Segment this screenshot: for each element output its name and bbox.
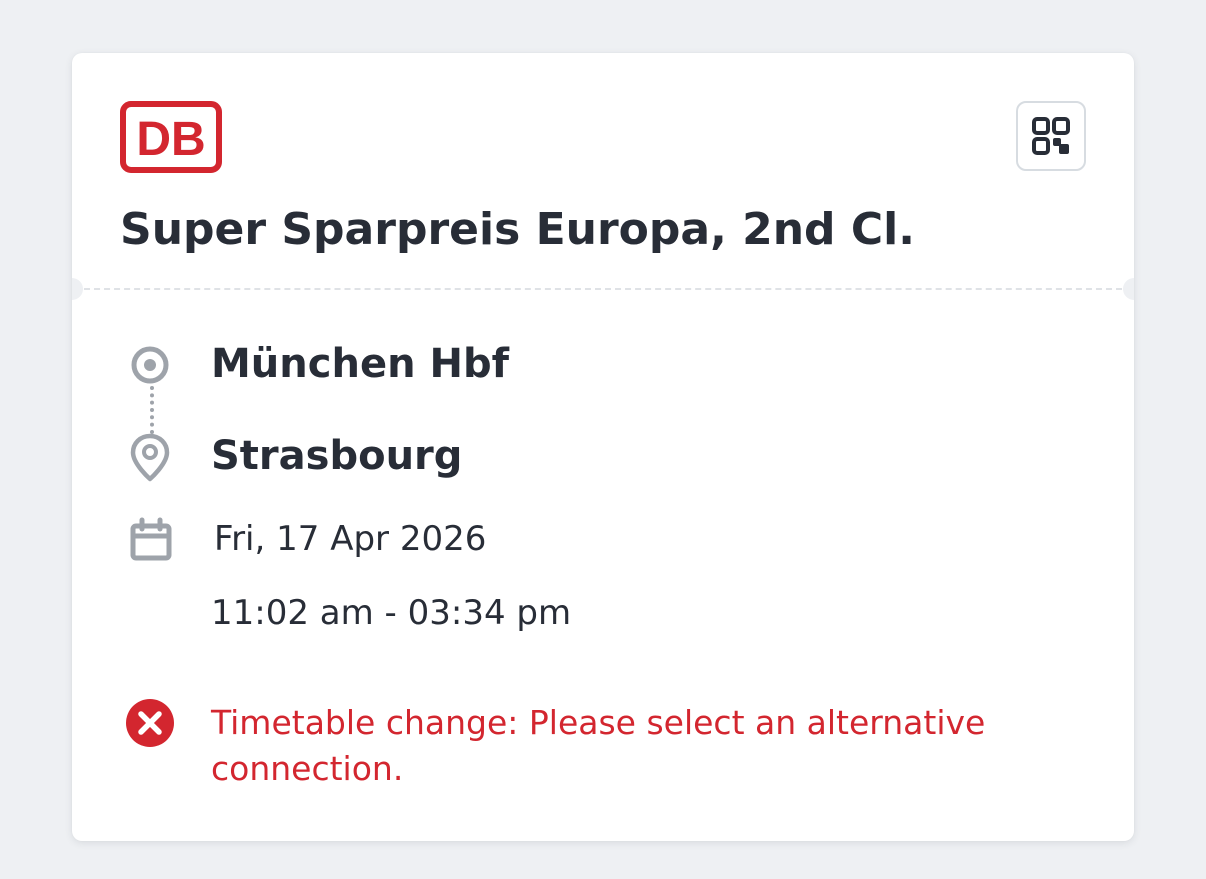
ticket-notch-left [72,278,83,300]
travel-time: 11:02 am - 03:34 pm [211,593,572,633]
ticket-title: Super Sparpreis Europa, 2nd Cl. [120,204,915,255]
qr-code-button[interactable] [1016,101,1086,171]
error-circle-icon [126,699,174,747]
origin-station: München Hbf [211,341,509,387]
ticket-notch-right [1123,278,1134,300]
timetable-change-alert: Timetable change: Please select an alter… [211,703,986,788]
origin-station-icon [131,346,169,384]
db-logo-text: DB [136,113,205,166]
qr-code-icon [1032,117,1070,155]
ticket-divider [84,288,1122,290]
db-logo: DB [120,101,222,173]
ticket-card[interactable]: DB Super Sparpreis Europa, 2nd Cl. Münch… [72,53,1134,841]
destination-station: Strasbourg [211,433,463,479]
destination-pin-icon [130,433,170,482]
calendar-icon [130,517,172,561]
route-connector [150,386,154,434]
travel-date: Fri, 17 Apr 2026 [214,519,487,559]
